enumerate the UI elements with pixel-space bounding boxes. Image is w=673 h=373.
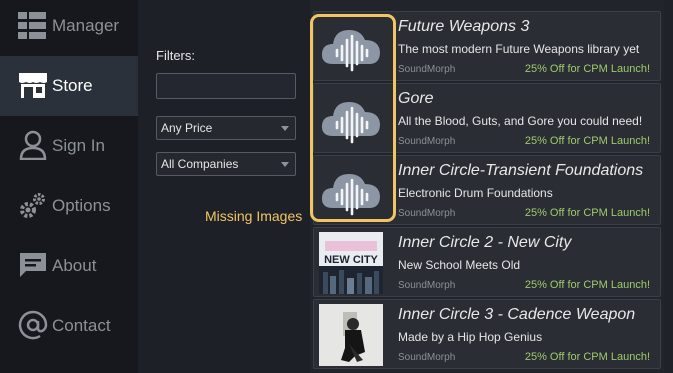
sidebar-item-label: Sign In: [52, 136, 105, 155]
product-promo: 25% Off for CPM Launch!: [524, 351, 650, 363]
filters-label: Filters:: [156, 48, 195, 63]
filters-panel: Filters: Any Price All Companies: [138, 0, 310, 373]
company-select[interactable]: All Companies: [156, 152, 296, 176]
product-card[interactable]: NEW CITY Inner Circle 2 - New City New S…: [313, 227, 661, 297]
scrollbar[interactable]: [664, 0, 673, 373]
product-vendor: SoundMorph: [398, 64, 456, 75]
product-promo: 25% Off for CPM Launch!: [524, 279, 650, 291]
store-icon: [19, 73, 47, 98]
price-select-value: Any Price: [161, 121, 213, 135]
placeholder-cloud-icon: [321, 174, 380, 216]
search-input[interactable]: [156, 73, 296, 99]
sidebar-item-sign-in[interactable]: Sign In: [0, 116, 138, 176]
missing-images-annotation: Missing Images: [205, 208, 303, 224]
product-description: Electronic Drum Foundations: [398, 186, 553, 200]
sidebar-item-contact[interactable]: Contact: [0, 296, 138, 356]
product-vendor: SoundMorph: [398, 280, 456, 291]
dashboard-icon: [18, 12, 46, 39]
product-description: Made by a Hip Hop Genius: [398, 330, 543, 344]
sidebar-item-label: Store: [52, 76, 93, 95]
product-title: Future Weapons 3: [398, 18, 530, 35]
cadence-weapon-cover: [319, 304, 383, 366]
gears-icon: [20, 193, 45, 218]
product-title: Inner Circle-Transient Foundations: [398, 162, 644, 179]
sidebar-item-label: Options: [52, 196, 111, 215]
product-card[interactable]: Inner Circle 3 - Cadence Weapon Made by …: [313, 299, 661, 369]
product-card[interactable]: Gore All the Blood, Guts, and Gore you c…: [313, 83, 661, 153]
sidebar-item-options[interactable]: Options: [0, 176, 138, 236]
person-icon: [19, 130, 47, 160]
cover-text: NEW CITY: [324, 254, 378, 266]
at-icon: [18, 310, 48, 340]
product-vendor: SoundMorph: [398, 136, 456, 147]
product-card[interactable]: Future Weapons 3 The most modern Future …: [313, 11, 661, 81]
sidebar-item-about[interactable]: About: [0, 236, 138, 296]
product-promo: 25% Off for CPM Launch!: [524, 63, 650, 75]
price-select[interactable]: Any Price: [156, 116, 296, 140]
sidebar-item-manager[interactable]: Manager: [0, 0, 138, 56]
product-vendor: SoundMorph: [398, 352, 456, 363]
company-select-value: All Companies: [161, 157, 239, 171]
placeholder-cloud-icon: [321, 102, 380, 144]
product-promo: 25% Off for CPM Launch!: [524, 207, 650, 219]
product-description: New School Meets Old: [398, 258, 521, 272]
product-title: Inner Circle 3 - Cadence Weapon: [398, 306, 636, 323]
chat-icon: [20, 253, 46, 277]
placeholder-cloud-icon: [321, 30, 380, 72]
sidebar: Manager Store Sign In Options About Cont…: [0, 0, 138, 373]
product-promo: 25% Off for CPM Launch!: [524, 135, 650, 147]
product-title: Inner Circle 2 - New City: [398, 234, 572, 251]
chevron-down-icon: [281, 126, 289, 131]
product-description: The most modern Future Weapons library y…: [398, 42, 640, 56]
sidebar-item-label: Contact: [52, 316, 111, 335]
product-vendor: SoundMorph: [398, 208, 456, 219]
sidebar-item-label: About: [52, 256, 97, 275]
product-title: Gore: [398, 90, 434, 107]
product-description: All the Blood, Guts, and Gore you could …: [398, 114, 643, 128]
sidebar-item-label: Manager: [52, 16, 120, 35]
sidebar-item-store[interactable]: Store: [0, 56, 138, 116]
new-city-cover: NEW CITY: [319, 232, 383, 294]
chevron-down-icon: [281, 162, 289, 167]
product-card[interactable]: Inner Circle-Transient Foundations Elect…: [313, 155, 661, 225]
